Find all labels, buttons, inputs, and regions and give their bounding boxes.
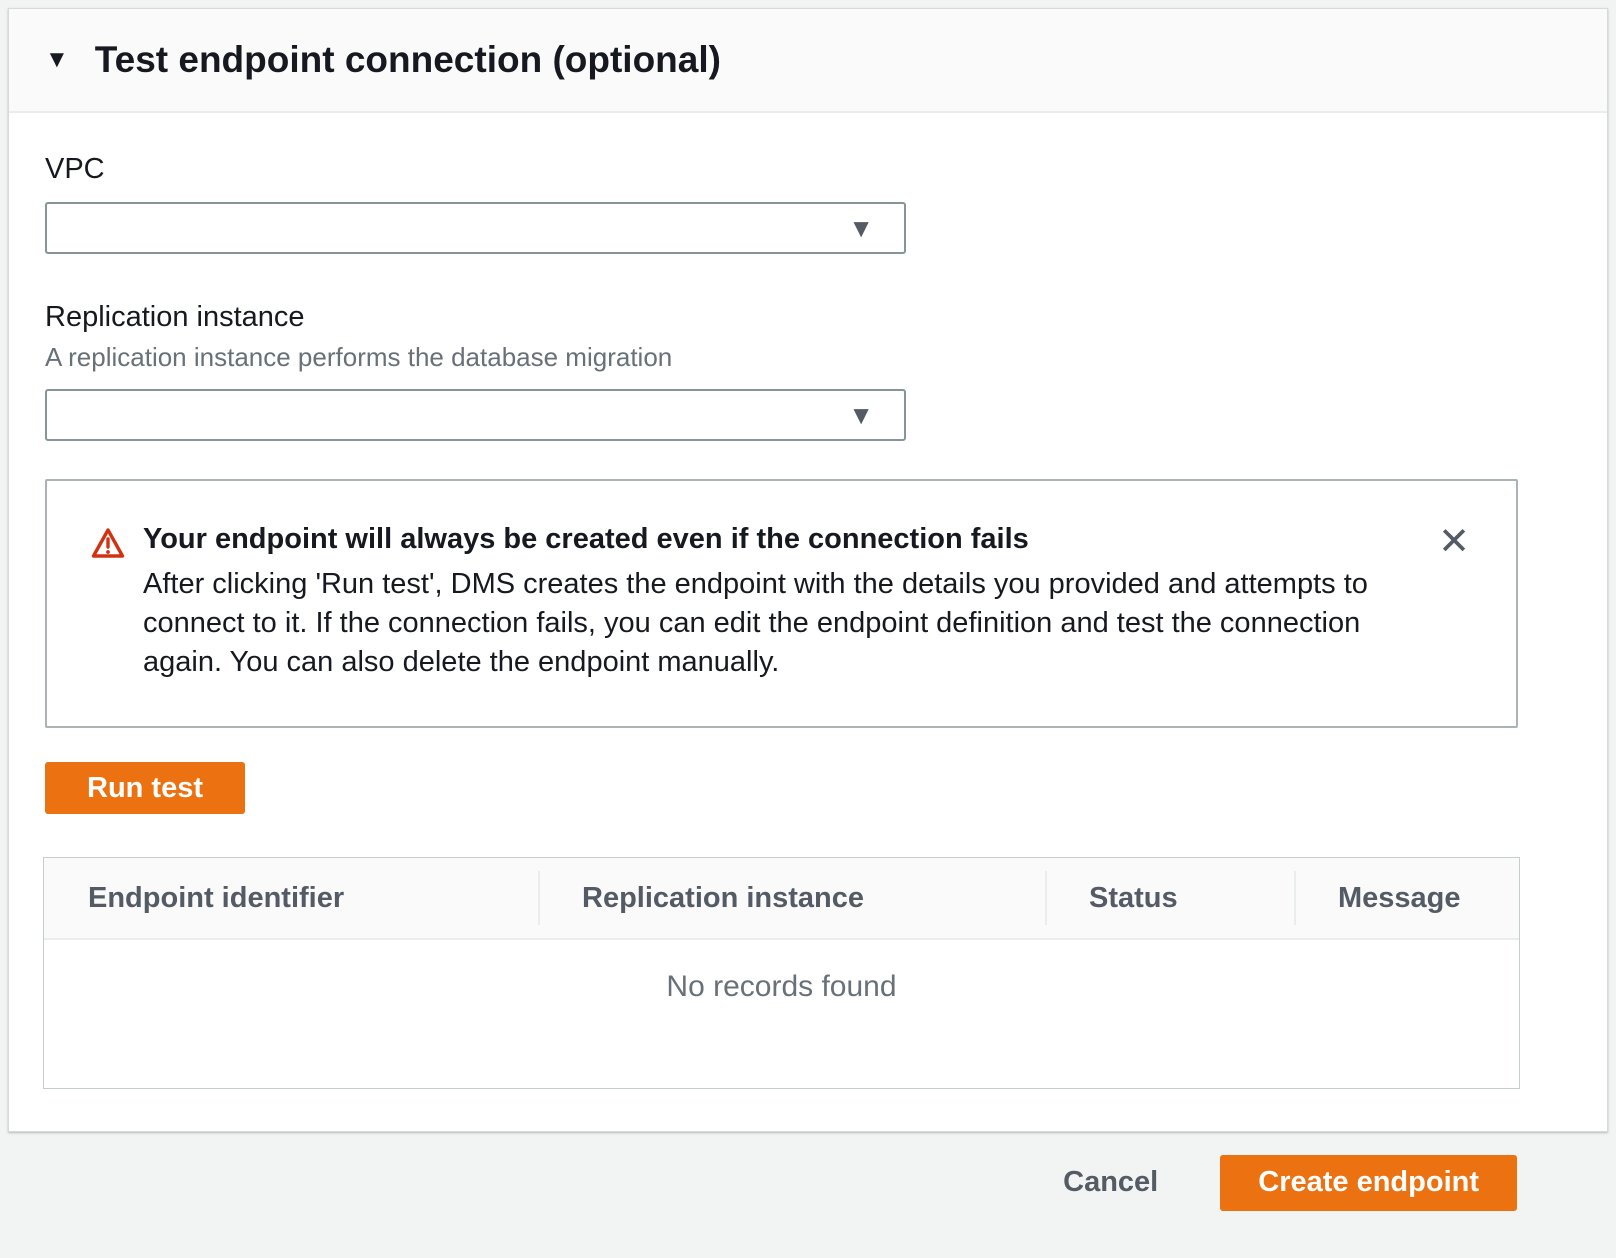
replication-instance-select[interactable]: ▼ — [45, 389, 906, 441]
caret-down-icon: ▼ — [848, 215, 874, 241]
cancel-button[interactable]: Cancel — [1063, 1166, 1158, 1199]
test-endpoint-connection-panel: ▼ Test endpoint connection (optional) VP… — [8, 8, 1608, 1132]
warning-body: After clicking 'Run test', DMS creates t… — [143, 565, 1418, 682]
vpc-redacted-value — [63, 209, 643, 247]
column-header-status: Status — [1045, 858, 1294, 938]
vpc-field: VPC ▼ — [45, 153, 1516, 254]
panel-title: Test endpoint connection (optional) — [95, 39, 721, 81]
warning-triangle-icon — [91, 527, 125, 564]
warning-alert: Your endpoint will always be created eve… — [45, 479, 1518, 728]
collapse-triangle-icon: ▼ — [45, 48, 69, 72]
test-results-table: Endpoint identifier Replication instance… — [43, 857, 1520, 1089]
warning-title: Your endpoint will always be created eve… — [143, 523, 1418, 556]
replication-instance-field: Replication instance A replication insta… — [45, 301, 1516, 441]
column-header-message: Message — [1294, 858, 1519, 938]
close-icon[interactable]: ✕ — [1438, 523, 1470, 561]
replication-instance-description: A replication instance performs the data… — [45, 342, 1516, 373]
form-footer: Cancel Create endpoint — [0, 1101, 1616, 1258]
vpc-select[interactable]: ▼ — [45, 202, 906, 254]
run-test-button[interactable]: Run test — [45, 762, 245, 814]
panel-body: VPC ▼ Replication instance A replication… — [9, 113, 1607, 1131]
create-endpoint-button[interactable]: Create endpoint — [1220, 1155, 1517, 1211]
replication-instance-label: Replication instance — [45, 301, 1516, 334]
column-header-replication-instance: Replication instance — [538, 858, 1045, 938]
warning-text: Your endpoint will always be created eve… — [143, 523, 1418, 682]
column-header-endpoint-identifier: Endpoint identifier — [44, 858, 538, 938]
panel-header-toggle[interactable]: ▼ Test endpoint connection (optional) — [9, 9, 1607, 113]
replication-instance-redacted-value — [63, 396, 375, 434]
caret-down-icon: ▼ — [848, 402, 874, 428]
table-header-row: Endpoint identifier Replication instance… — [44, 858, 1519, 940]
vpc-label: VPC — [45, 153, 1516, 186]
table-empty-state: No records found — [44, 940, 1519, 1088]
